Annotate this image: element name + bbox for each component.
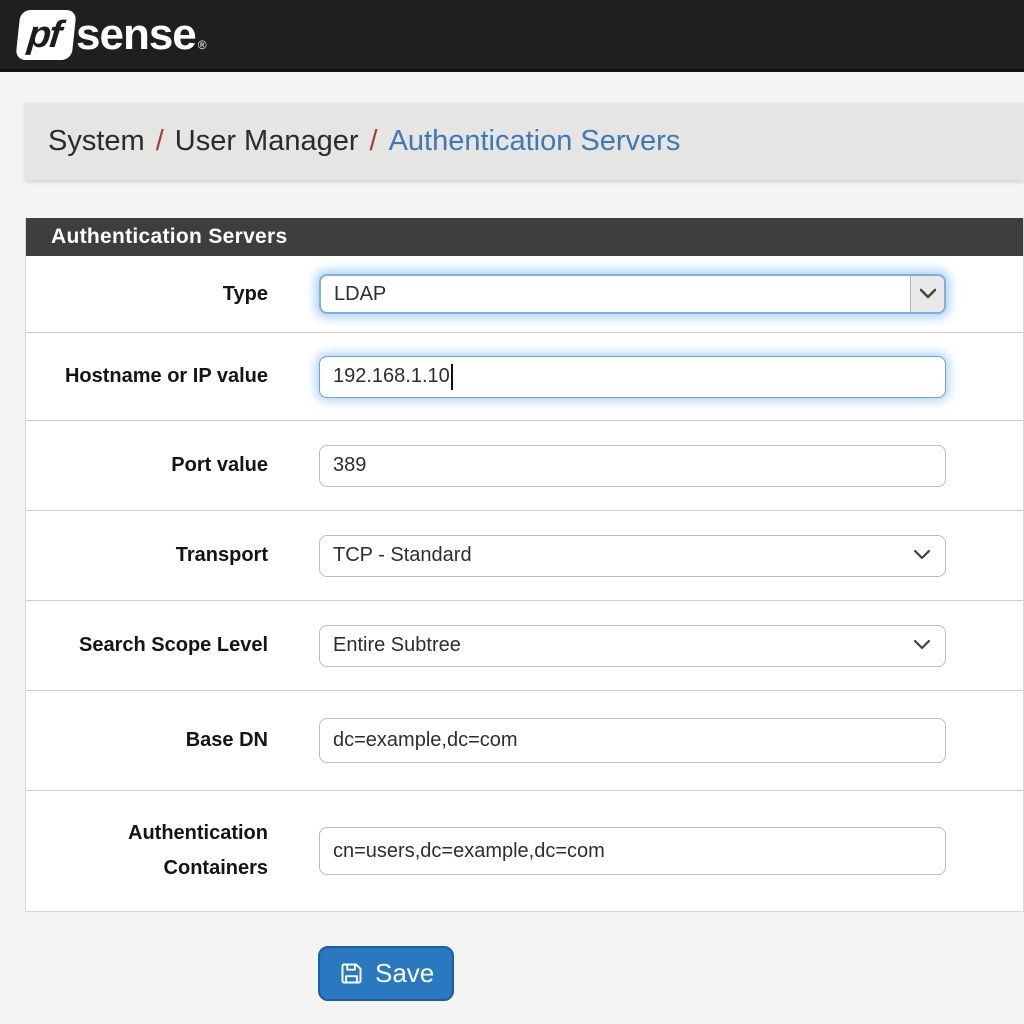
transport-select[interactable]: TCP - Standard xyxy=(319,535,946,577)
hostname-input-value: 192.168.1.10 xyxy=(333,365,450,388)
type-label: Type xyxy=(26,277,268,312)
auth-containers-label: Authentication Containers xyxy=(26,816,268,886)
form-actions: Save xyxy=(318,946,1024,1001)
type-select[interactable]: LDAP xyxy=(319,274,946,314)
registered-mark: ® xyxy=(198,38,207,52)
breadcrumb-separator: / xyxy=(370,125,378,158)
breadcrumb-user-manager[interactable]: User Manager xyxy=(175,125,359,158)
floppy-disk-icon xyxy=(338,960,365,987)
breadcrumb: System / User Manager / Authentication S… xyxy=(25,103,1024,180)
form-row-port: Port value 389 xyxy=(26,421,1023,511)
form-row-search-scope: Search Scope Level Entire Subtree xyxy=(26,601,1023,691)
base-dn-label: Base DN xyxy=(26,723,268,758)
top-navbar: pf sense ® xyxy=(0,0,1024,72)
hostname-label: Hostname or IP value xyxy=(26,359,268,394)
port-label: Port value xyxy=(26,448,268,483)
pf-logo-text: pf xyxy=(26,13,62,56)
save-button[interactable]: Save xyxy=(318,946,454,1001)
chevron-down-icon xyxy=(913,549,931,561)
search-scope-select-value: Entire Subtree xyxy=(333,634,461,657)
base-dn-input[interactable]: dc=example,dc=com xyxy=(319,718,946,763)
save-button-label: Save xyxy=(375,958,434,989)
search-scope-select[interactable]: Entire Subtree xyxy=(319,625,946,667)
hostname-input[interactable]: 192.168.1.10 xyxy=(319,356,946,398)
form-row-auth-containers: Authentication Containers cn=users,dc=ex… xyxy=(26,791,1023,911)
pfsense-logo[interactable]: pf sense ® xyxy=(18,10,207,60)
sense-logo-text: sense xyxy=(76,10,196,60)
breadcrumb-separator: / xyxy=(156,125,164,158)
port-input[interactable]: 389 xyxy=(319,445,946,487)
base-dn-input-value: dc=example,dc=com xyxy=(333,729,518,752)
form-row-hostname: Hostname or IP value 192.168.1.10 xyxy=(26,333,1023,421)
text-caret xyxy=(451,364,453,390)
port-input-value: 389 xyxy=(333,454,366,477)
form-row-type: Type LDAP xyxy=(26,256,1023,333)
breadcrumb-system[interactable]: System xyxy=(48,125,145,158)
chevron-down-icon[interactable] xyxy=(910,276,944,312)
breadcrumb-authentication-servers[interactable]: Authentication Servers xyxy=(389,125,681,158)
type-select-value: LDAP xyxy=(334,283,386,306)
transport-select-value: TCP - Standard xyxy=(333,544,472,567)
transport-label: Transport xyxy=(26,538,268,573)
auth-containers-input[interactable]: cn=users,dc=example,dc=com xyxy=(319,827,946,875)
auth-containers-input-value: cn=users,dc=example,dc=com xyxy=(333,840,605,863)
pf-logo-tile: pf xyxy=(15,10,76,60)
search-scope-label: Search Scope Level xyxy=(26,628,268,663)
panel-title: Authentication Servers xyxy=(26,218,1023,256)
form-row-base-dn: Base DN dc=example,dc=com xyxy=(26,691,1023,791)
authentication-servers-panel: Authentication Servers Type LDAP Hostnam… xyxy=(25,218,1024,912)
form-row-transport: Transport TCP - Standard xyxy=(26,511,1023,601)
chevron-down-icon xyxy=(913,639,931,651)
